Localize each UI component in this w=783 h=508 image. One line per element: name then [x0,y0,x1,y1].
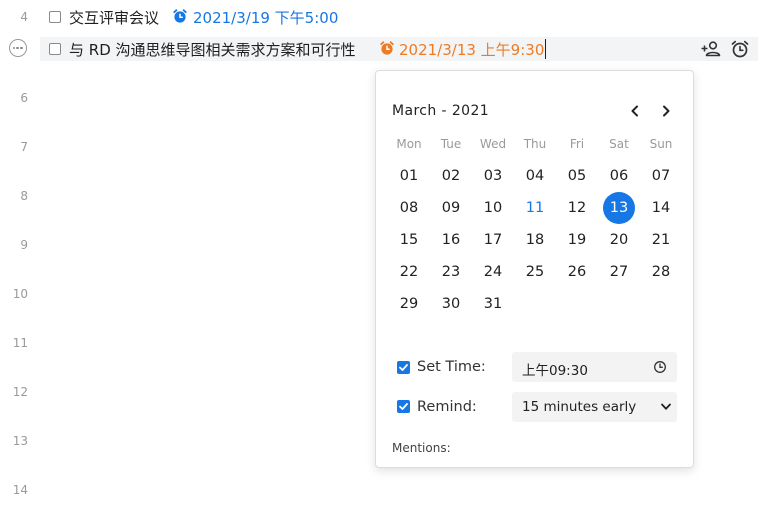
day-cell[interactable]: 17 [476,224,510,256]
task-title[interactable]: 交互评审会议 [69,7,159,28]
time-input[interactable]: 上午09:30 [512,352,677,382]
day-cell[interactable]: 27 [602,256,636,288]
day-cell-selected[interactable]: 13 [603,192,635,224]
day-cell[interactable]: 23 [434,256,468,288]
day-cell[interactable]: 22 [392,256,426,288]
day-cell-today[interactable]: 11 [518,192,552,224]
task-line-4: 4 交互评审会议 2021/3/19 下午5:00 [0,5,783,29]
day-cell[interactable]: 03 [476,160,510,192]
day-cell[interactable]: 07 [644,160,678,192]
weekday-label: Tue [440,137,462,151]
day-cell[interactable]: 26 [560,256,594,288]
line-number: 7 [20,140,28,154]
line-number: 9 [20,238,28,252]
task-checkbox[interactable] [49,43,61,55]
text-cursor [545,39,546,59]
day-cell[interactable]: 31 [476,288,510,320]
weekday-label: Sat [609,137,629,151]
chevron-down-icon [661,403,671,410]
day-cell[interactable]: 08 [392,192,426,224]
task-title[interactable]: 与 RD 沟通思维导图相关需求方案和可行性 [69,39,356,60]
day-cell[interactable]: 30 [434,288,468,320]
task-row-active[interactable]: 与 RD 沟通思维导图相关需求方案和可行性 2021/3/13 上午9:30 [40,37,758,61]
alarm-clock-icon[interactable] [729,39,751,59]
chevron-left-icon[interactable] [627,103,643,119]
remind-checkbox[interactable] [397,400,410,413]
line-number: 10 [12,287,28,301]
line-number: 13 [12,434,28,448]
due-date[interactable]: 2021/3/13 上午9:30 [399,39,544,60]
due-date[interactable]: 2021/3/19 下午5:00 [193,7,338,28]
set-time-checkbox[interactable] [397,361,410,374]
task-line-5: 与 RD 沟通思维导图相关需求方案和可行性 2021/3/13 上午9:30 [0,37,783,61]
weekday-label: Fri [569,137,585,151]
day-cell[interactable]: 02 [434,160,468,192]
alarm-icon [173,9,187,23]
chevron-right-icon[interactable] [658,103,674,119]
day-cell[interactable]: 18 [518,224,552,256]
task-row[interactable]: 交互评审会议 2021/3/19 下午5:00 [40,5,758,29]
checkmark-icon [399,364,408,371]
day-cell[interactable]: 14 [644,192,678,224]
day-cell[interactable]: 09 [434,192,468,224]
task-checkbox[interactable] [49,11,61,23]
mentions-label: Mentions: [392,441,451,455]
checkmark-icon [399,403,408,410]
clock-icon [654,361,666,373]
set-time-label: Set Time: [417,359,486,375]
day-cell[interactable]: 06 [602,160,636,192]
line-number: 6 [20,91,28,105]
date-picker-popup: March - 2021 Mon Tue Wed Thu Fri Sat Sun 01 02 0… [375,70,694,468]
day-cell[interactable]: 28 [644,256,678,288]
line-number: 4 [20,10,28,24]
day-cell[interactable]: 16 [434,224,468,256]
day-cell[interactable]: 05 [560,160,594,192]
day-cell[interactable]: 12 [560,192,594,224]
day-cell[interactable]: 04 [518,160,552,192]
weekday-label: Thu [523,137,547,151]
line-number: 14 [12,483,28,497]
weekday-label: Mon [396,137,422,151]
time-value: 上午09:30 [522,363,588,379]
day-cell[interactable]: 01 [392,160,426,192]
alarm-icon [380,41,394,55]
day-cell[interactable]: 25 [518,256,552,288]
line-number: 11 [12,336,28,350]
add-person-icon[interactable] [700,39,722,59]
day-cell[interactable]: 10 [476,192,510,224]
weekday-label: Sun [649,137,673,151]
remind-label: Remind: [417,399,477,415]
remind-value: 15 minutes early [522,399,637,415]
line-number: 12 [12,385,28,399]
day-cell[interactable]: 29 [392,288,426,320]
weekday-label: Wed [479,137,507,151]
day-cell[interactable]: 24 [476,256,510,288]
day-cell[interactable]: 21 [644,224,678,256]
remind-select[interactable]: 15 minutes early [512,392,677,422]
line-number: 8 [20,189,28,203]
month-label: March - 2021 [392,103,490,119]
day-cell[interactable]: 15 [392,224,426,256]
day-cell[interactable]: 20 [602,224,636,256]
day-cell[interactable]: 19 [560,224,594,256]
more-options-icon[interactable] [9,39,27,57]
